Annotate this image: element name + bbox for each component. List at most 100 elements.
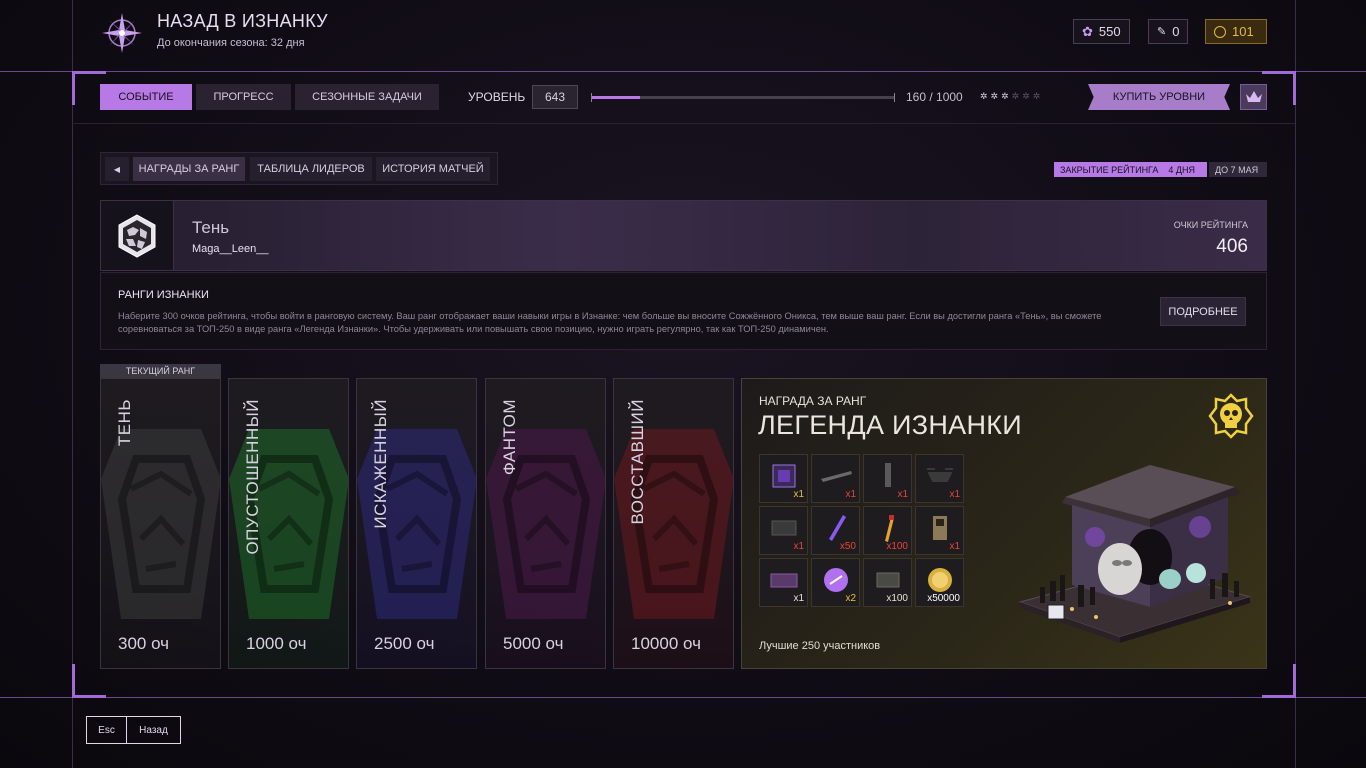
triangle-left-icon: ◀	[113, 164, 121, 174]
rank-tier-name: ФАНТОМ	[500, 399, 519, 476]
level-value: 643	[532, 85, 578, 109]
buy-levels-button[interactable]: КУПИТЬ УРОВНИ	[1088, 84, 1230, 110]
rank-info-text: Наберите 300 очков рейтинга, чтобы войти…	[118, 311, 1102, 334]
reward-condition: Лучшие 250 участников	[759, 640, 881, 652]
reward-item-count: x1	[949, 541, 960, 552]
season-countdown: До окончания сезона: 32 дня	[157, 37, 305, 49]
rank-tier-name: ВОССТАВШИЙ	[628, 399, 647, 525]
rank-tier-card[interactable]: ИСКАЖЕННЫЙ 2500 оч	[356, 378, 477, 669]
level-star-icon: ✲	[1032, 91, 1044, 101]
back-control[interactable]: Esc Назад	[86, 716, 181, 744]
reward-item-slot[interactable]: x1	[811, 454, 860, 503]
subtab-leaderboard[interactable]: ТАБЛИЦА ЛИДЕРОВ	[250, 157, 372, 181]
frame-line-right	[1295, 0, 1296, 768]
level-progress-fill	[591, 96, 640, 99]
reward-item-slot[interactable]: x1	[915, 454, 964, 503]
reward-item-count: x100	[886, 593, 908, 604]
esc-key[interactable]: Esc	[86, 716, 126, 744]
rank-tier-name: ОПУСТОШЕННЫЙ	[243, 399, 262, 555]
reward-items-grid: x1 x1 x1 x1 x1 x50 x100 x1 x1 x2 x100 x50000	[759, 454, 964, 607]
player-rank-card: Тень Maga__Leen__ ОЧКИ РЕЙТИНГА 406	[100, 200, 1267, 271]
reward-item-slot[interactable]: x1	[759, 558, 808, 607]
rank-tier-points: 10000 оч	[631, 634, 701, 653]
reward-item-slot[interactable]: x1	[915, 506, 964, 555]
rank-tier-card[interactable]: ОПУСТОШЕННЫЙ 1000 оч	[228, 378, 349, 669]
reward-item-slot[interactable]: x50	[811, 506, 860, 555]
current-rank-name: Тень	[192, 218, 230, 237]
rating-closing-badge: ЗАКРЫТИЕ РЕЙТИНГА 4 ДНЯ	[1054, 162, 1207, 177]
rank-tier-name: ИСКАЖЕННЫЙ	[371, 399, 390, 529]
rank-info-panel: РАНГИ ИЗНАНКИ Наберите 300 очков рейтинг…	[100, 272, 1267, 350]
shrine-decoration-image	[1000, 457, 1260, 662]
currency-coin[interactable]: 101	[1205, 19, 1267, 44]
level-star-icon: ✲	[980, 91, 991, 101]
more-info-button[interactable]: ПОДРОБНЕЕ	[1160, 297, 1246, 326]
premium-crown-button[interactable]	[1240, 84, 1267, 110]
reward-item-count: x50	[839, 541, 856, 552]
rank-shadow-icon	[101, 201, 174, 270]
reward-item-slot[interactable]: x100	[863, 558, 912, 607]
back-button[interactable]: Назад	[126, 716, 181, 744]
subtab-match-history[interactable]: ИСТОРИЯ МАТЧЕЙ	[376, 157, 490, 181]
rating-closing-date: ДО 7 МАЯ	[1209, 162, 1267, 177]
reward-item-count: x50000	[927, 593, 960, 604]
currency-flower[interactable]: ✿ 550	[1073, 19, 1130, 44]
level-progress-text: 160 / 1000	[906, 90, 963, 104]
currency-value: 550	[1098, 24, 1121, 39]
rank-tier-card[interactable]: ТЕНЬ 300 оч	[100, 378, 221, 669]
rating-closing-label: ЗАКРЫТИЕ РЕЙТИНГА	[1060, 164, 1159, 175]
currency-value: 101	[1232, 24, 1254, 39]
rank-tier-points: 300 оч	[118, 634, 170, 653]
level-stars: ✲✲✲✲✲✲	[980, 91, 1043, 102]
rank-emblem-icon	[101, 429, 220, 619]
reward-item-slot[interactable]: x50000	[915, 558, 964, 607]
rating-points-value: 406	[1216, 236, 1248, 257]
reward-title: ЛЕГЕНДА ИЗНАНКИ	[758, 410, 1023, 440]
rank-tier-points: 1000 оч	[246, 634, 307, 653]
reward-item-count: x1	[897, 489, 908, 500]
tab-event[interactable]: СОБЫТИЕ	[100, 84, 192, 110]
frame-line-bottom	[0, 697, 1366, 698]
reward-item-count: x1	[949, 489, 960, 500]
player-username: Maga__Leen__	[192, 243, 269, 255]
tabs-divider	[72, 123, 1295, 124]
frame-corner	[1262, 664, 1296, 698]
level-label: УРОВЕНЬ	[468, 90, 526, 104]
reward-item-count: x2	[845, 593, 856, 604]
rank-tier-points: 2500 оч	[374, 634, 435, 653]
level-star-icon: ✲	[1011, 91, 1023, 101]
frame-corner	[72, 664, 106, 698]
progress-tick	[591, 93, 592, 102]
ticket-currency-icon: ✎	[1157, 26, 1167, 38]
progress-tick	[894, 93, 895, 102]
level-progress-bar	[591, 93, 895, 102]
level-star-icon: ✲	[1022, 91, 1033, 101]
current-rank-tag: ТЕКУЩИЙ РАНГ	[100, 364, 221, 378]
reward-item-slot[interactable]: x2	[811, 558, 860, 607]
coin-currency-icon	[1214, 25, 1226, 38]
rank-reward-panel: НАГРАДА ЗА РАНГ ЛЕГЕНДА ИЗНАНКИ x1 x1 x1 x1…	[741, 378, 1267, 669]
level-star-icon: ✲	[1001, 91, 1012, 101]
tab-season-tasks[interactable]: СЕЗОННЫЕ ЗАДАЧИ	[295, 84, 439, 110]
rating-points-label: ОЧКИ РЕЙТИНГА	[1173, 220, 1248, 230]
flower-currency-icon: ✿	[1082, 23, 1093, 39]
rank-tier-card[interactable]: ВОССТАВШИЙ 10000 оч	[613, 378, 734, 669]
legend-skull-emblem-icon	[1208, 393, 1254, 444]
reward-item-slot[interactable]: x100	[863, 506, 912, 555]
level-star-icon: ✲	[990, 91, 1002, 101]
subtab-rank-rewards[interactable]: НАГРАДЫ ЗА РАНГ	[133, 157, 245, 181]
page-title: НАЗАД В ИЗНАНКУ	[157, 11, 328, 31]
frame-corner	[1262, 71, 1296, 105]
currency-ticket[interactable]: ✎ 0	[1148, 19, 1189, 44]
reward-item-count: x1	[793, 593, 804, 604]
reward-item-count: x1	[845, 489, 856, 500]
subtab-collapse-button[interactable]: ◀	[105, 157, 129, 181]
reward-item-slot[interactable]: x1	[759, 506, 808, 555]
reward-item-slot[interactable]: x1	[759, 454, 808, 503]
reward-item-count: x1	[793, 489, 804, 500]
tab-progress[interactable]: ПРОГРЕСС	[196, 84, 291, 110]
rank-tier-card[interactable]: ФАНТОМ 5000 оч	[485, 378, 606, 669]
reward-item-slot[interactable]: x1	[863, 454, 912, 503]
rank-tier-points: 5000 оч	[503, 634, 564, 653]
crown-icon	[1245, 91, 1262, 102]
